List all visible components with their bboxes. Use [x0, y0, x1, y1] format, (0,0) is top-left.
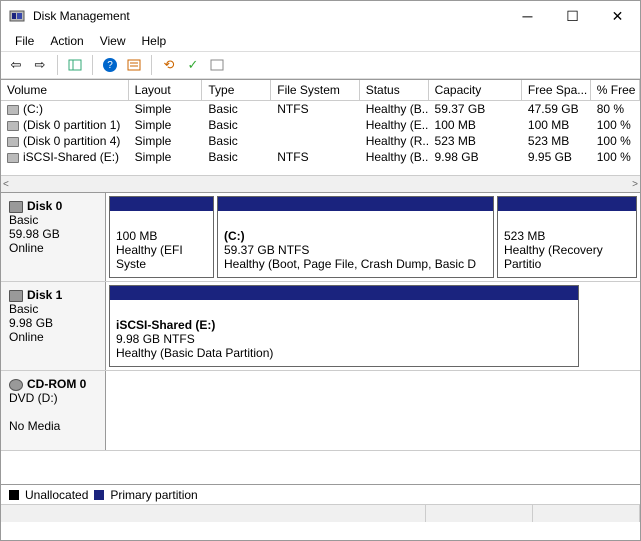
- disk-name: CD-ROM 0: [27, 377, 86, 391]
- col-layout[interactable]: Layout: [129, 80, 203, 100]
- volume-icon: [7, 153, 19, 163]
- list-icon: [210, 58, 224, 72]
- volume-icon: [7, 121, 19, 131]
- status-bar: [1, 504, 640, 522]
- settings-icon: [127, 58, 141, 72]
- cdrom-icon: [9, 379, 23, 391]
- menu-help[interactable]: Help: [134, 32, 175, 50]
- legend-label: Unallocated: [25, 488, 88, 502]
- volume-row[interactable]: (Disk 0 partition 4) Simple Basic Health…: [1, 133, 640, 149]
- panel-icon: [68, 58, 82, 72]
- col-type[interactable]: Type: [202, 80, 271, 100]
- partition-block[interactable]: 523 MBHealthy (Recovery Partitio: [497, 196, 637, 278]
- col-capacity[interactable]: Capacity: [429, 80, 522, 100]
- legend: Unallocated Primary partition: [1, 484, 640, 504]
- forward-button[interactable]: ⇨: [29, 54, 51, 76]
- status-cell: [426, 505, 533, 522]
- disk-partitions: iSCSI-Shared (E:)9.98 GB NTFSHealthy (Ba…: [106, 282, 640, 370]
- partition-block[interactable]: (C:)59.37 GB NTFSHealthy (Boot, Page Fil…: [217, 196, 494, 278]
- menu-file[interactable]: File: [7, 32, 42, 50]
- partition-block[interactable]: 100 MBHealthy (EFI Syste: [109, 196, 214, 278]
- app-icon: [9, 8, 25, 24]
- disk-icon: [9, 201, 23, 213]
- titlebar[interactable]: Disk Management ─ ☐ ✕: [1, 1, 640, 31]
- menu-action[interactable]: Action: [42, 32, 91, 50]
- volume-row[interactable]: (Disk 0 partition 1) Simple Basic Health…: [1, 117, 640, 133]
- partition-bar: [498, 197, 636, 211]
- disk-icon: [9, 290, 23, 302]
- minimize-button[interactable]: ─: [505, 1, 550, 31]
- menubar: File Action View Help: [1, 31, 640, 51]
- col-volume[interactable]: Volume: [1, 80, 129, 100]
- volume-row[interactable]: iSCSI-Shared (E:) Simple Basic NTFS Heal…: [1, 149, 640, 165]
- separator: [151, 55, 152, 75]
- refresh-icon: ⟲: [164, 57, 175, 73]
- vol-name: iSCSI-Shared (E:): [23, 150, 119, 164]
- partition-bar: [218, 197, 493, 211]
- col-pct[interactable]: % Free: [591, 80, 640, 100]
- partition-bar: [110, 197, 213, 211]
- settings-button[interactable]: [123, 54, 145, 76]
- list-button[interactable]: [206, 54, 228, 76]
- help-icon: ?: [103, 58, 117, 72]
- legend-square-unalloc: [9, 490, 19, 500]
- legend-square-primary: [94, 490, 104, 500]
- window-title: Disk Management: [33, 9, 505, 23]
- col-status[interactable]: Status: [360, 80, 429, 100]
- vol-name: (C:): [23, 102, 43, 116]
- scroll-right-icon: >: [632, 179, 638, 190]
- toolbar: ⇦ ⇨ ? ⟲ ✓: [1, 51, 640, 79]
- volume-header: Volume Layout Type File System Status Ca…: [1, 80, 640, 101]
- disk-row: Disk 1 Basic 9.98 GB Online iSCSI-Shared…: [1, 282, 640, 371]
- volume-icon: [7, 105, 19, 115]
- disk-row: Disk 0 Basic 59.98 GB Online 100 MBHealt…: [1, 193, 640, 282]
- separator: [57, 55, 58, 75]
- disk-map: Disk 0 Basic 59.98 GB Online 100 MBHealt…: [1, 192, 640, 484]
- refresh-button[interactable]: ⟲: [158, 54, 180, 76]
- separator: [92, 55, 93, 75]
- content-area: Volume Layout Type File System Status Ca…: [1, 79, 640, 504]
- col-free[interactable]: Free Spa...: [522, 80, 591, 100]
- menu-view[interactable]: View: [92, 32, 134, 50]
- disk-row: CD-ROM 0 DVD (D:) No Media: [1, 371, 640, 451]
- vol-name: (Disk 0 partition 1): [23, 118, 120, 132]
- partition-bar: [110, 286, 578, 300]
- disk-name: Disk 1: [27, 288, 62, 302]
- check-icon: ✓: [188, 57, 199, 73]
- volume-list: Volume Layout Type File System Status Ca…: [1, 80, 640, 192]
- col-filesystem[interactable]: File System: [271, 80, 359, 100]
- disk-info[interactable]: Disk 1 Basic 9.98 GB Online: [1, 282, 106, 370]
- disk-partitions: [106, 371, 640, 450]
- status-cell: [1, 505, 426, 522]
- disk-info[interactable]: Disk 0 Basic 59.98 GB Online: [1, 193, 106, 281]
- partition-block[interactable]: iSCSI-Shared (E:)9.98 GB NTFSHealthy (Ba…: [109, 285, 579, 367]
- disk-info[interactable]: CD-ROM 0 DVD (D:) No Media: [1, 371, 106, 450]
- arrow-left-icon: ⇦: [11, 57, 22, 73]
- status-cell: [533, 505, 640, 522]
- show-hide-button[interactable]: [64, 54, 86, 76]
- properties-button[interactable]: ✓: [182, 54, 204, 76]
- scroll-left-icon: <: [3, 179, 9, 190]
- disk-partitions: 100 MBHealthy (EFI Syste (C:)59.37 GB NT…: [106, 193, 640, 281]
- volume-icon: [7, 137, 19, 147]
- h-scrollbar[interactable]: <>: [1, 175, 640, 192]
- arrow-right-icon: ⇨: [35, 57, 46, 73]
- help-button[interactable]: ?: [99, 54, 121, 76]
- volume-row[interactable]: (C:) Simple Basic NTFS Healthy (B... 59.…: [1, 101, 640, 117]
- maximize-button[interactable]: ☐: [550, 1, 595, 31]
- vol-name: (Disk 0 partition 4): [23, 134, 120, 148]
- close-button[interactable]: ✕: [595, 1, 640, 31]
- legend-label: Primary partition: [110, 488, 197, 502]
- back-button[interactable]: ⇦: [5, 54, 27, 76]
- disk-name: Disk 0: [27, 199, 62, 213]
